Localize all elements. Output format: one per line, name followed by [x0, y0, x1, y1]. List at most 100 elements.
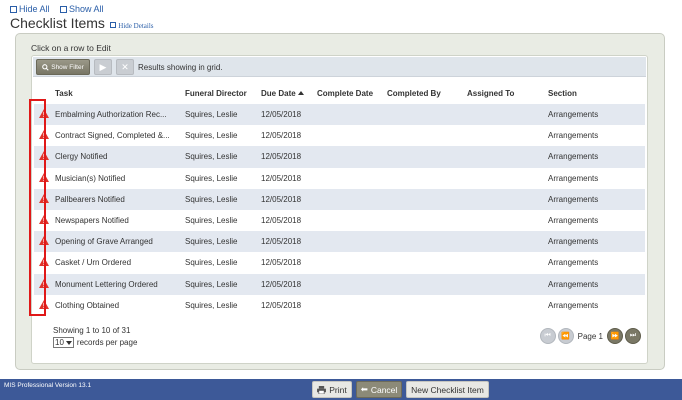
- director-cell: Squires, Leslie: [182, 104, 258, 126]
- assigned-to-cell: [464, 231, 545, 253]
- print-button[interactable]: Print: [312, 381, 352, 398]
- complete-date-cell: [314, 209, 384, 232]
- sort-ascending-icon: [297, 90, 304, 95]
- director-cell: Squires, Leslie: [182, 252, 258, 274]
- expand-icon: [60, 6, 68, 13]
- results-info: Results showing in grid.: [138, 63, 223, 72]
- records-per-page-select[interactable]: 10: [53, 337, 74, 348]
- due-date-cell: 12/05/2018: [258, 231, 314, 253]
- top-links: Hide All Show All: [10, 4, 112, 14]
- completed-by-cell: [384, 231, 464, 253]
- completed-by-cell: [384, 209, 464, 232]
- assigned-to-cell: [464, 294, 545, 316]
- complete-date-cell: [314, 125, 384, 147]
- page-indicator: Page 1: [577, 331, 603, 341]
- task-cell: Clergy Notified: [52, 146, 182, 168]
- section-cell: Arrangements: [545, 209, 645, 232]
- due-date-cell: 12/05/2018: [258, 167, 314, 189]
- completed-by-cell: [384, 188, 464, 210]
- assigned-to-cell: [464, 273, 545, 295]
- clear-filter-button[interactable]: ✕: [116, 59, 134, 75]
- section-cell: Arrangements: [545, 273, 645, 295]
- due-date-cell: 12/05/2018: [258, 104, 314, 126]
- table-row[interactable]: Contract Signed, Completed &... Squires, …: [34, 125, 645, 147]
- assigned-to-column-header[interactable]: Assigned To: [464, 82, 545, 104]
- complete-date-cell: [314, 188, 384, 210]
- completed-by-cell: [384, 146, 464, 168]
- rewind-icon: ⏪: [561, 333, 570, 340]
- director-cell: Squires, Leslie: [182, 209, 258, 232]
- section-column-header[interactable]: Section: [545, 82, 645, 104]
- pager: ⏮ ⏪ Page 1 ⏩ ⏭: [539, 328, 641, 344]
- checklist-panel: Click on a row to Edit Show Filter ▶ ✕ R…: [15, 33, 665, 370]
- table-row[interactable]: Clergy Notified Squires, Leslie 12/05/2018…: [34, 146, 645, 168]
- due-date-cell: 12/05/2018: [258, 252, 314, 274]
- completed-by-column-header[interactable]: Completed By: [384, 82, 464, 104]
- due-date-column-header[interactable]: Due Date: [258, 82, 314, 104]
- last-page-icon: ⏭: [629, 332, 637, 339]
- section-cell: Arrangements: [545, 188, 645, 210]
- table-row[interactable]: Musician(s) Notified Squires, Leslie 12/05…: [34, 167, 645, 189]
- table-row[interactable]: Newspapers Notified Squires, Leslie 12/05/…: [34, 209, 645, 232]
- section-cell: Arrangements: [545, 104, 645, 126]
- section-cell: Arrangements: [545, 294, 645, 316]
- version-text: MIS Professional Version 13.1: [4, 382, 92, 389]
- close-icon: ✕: [121, 61, 129, 72]
- run-filter-button[interactable]: ▶: [94, 59, 112, 75]
- chevron-down-icon: [65, 340, 72, 345]
- director-cell: Squires, Leslie: [182, 125, 258, 147]
- director-cell: Squires, Leslie: [182, 273, 258, 295]
- table-row[interactable]: Casket / Urn Ordered Squires, Leslie 12/05…: [34, 252, 645, 274]
- section-cell: Arrangements: [545, 231, 645, 253]
- show-filter-button[interactable]: Show Filter: [36, 59, 90, 75]
- completed-by-cell: [384, 125, 464, 147]
- task-cell: Newspapers Notified: [52, 209, 182, 232]
- completed-by-cell: [384, 294, 464, 316]
- task-cell: Contract Signed, Completed &...: [52, 125, 182, 147]
- arrow-left-icon: ⬅: [360, 384, 368, 394]
- complete-date-column-header[interactable]: Complete Date: [314, 82, 384, 104]
- last-page-button[interactable]: ⏭: [625, 328, 641, 344]
- due-date-cell: 12/05/2018: [258, 188, 314, 210]
- highlight-box: [29, 99, 46, 316]
- section-cell: Arrangements: [545, 252, 645, 274]
- table-row[interactable]: Opening of Grave Arranged Squires, Leslie…: [34, 231, 645, 253]
- first-page-button[interactable]: ⏮: [539, 328, 556, 344]
- show-all-link[interactable]: Show All: [60, 4, 104, 14]
- table-row[interactable]: Embalming Authorization Rec... Squires, L…: [34, 104, 645, 126]
- table-row[interactable]: Monument Lettering Ordered Squires, Lesli…: [34, 273, 645, 295]
- page-header: Checklist Items Hide Details: [10, 15, 153, 31]
- completed-by-cell: [384, 167, 464, 189]
- complete-date-cell: [314, 146, 384, 168]
- new-checklist-item-button[interactable]: New Checklist Item: [406, 381, 489, 398]
- prev-page-button[interactable]: ⏪: [557, 328, 574, 344]
- due-date-cell: 12/05/2018: [258, 294, 314, 316]
- completed-by-cell: [384, 273, 464, 295]
- table-row[interactable]: Pallbearers Notified Squires, Leslie 12/05…: [34, 188, 645, 210]
- showing-text: Showing 1 to 10 of 31: [53, 326, 131, 335]
- grid-container: Show Filter ▶ ✕ Results showing in grid.…: [31, 55, 648, 364]
- checklist-table: Task Funeral Director Due Date Complete …: [34, 82, 645, 316]
- search-icon: [42, 63, 49, 71]
- cancel-button[interactable]: ⬅ Cancel: [356, 381, 402, 398]
- completed-by-cell: [384, 252, 464, 274]
- hide-all-link[interactable]: Hide All: [10, 4, 50, 14]
- next-page-button[interactable]: ⏩: [607, 328, 623, 344]
- task-cell: Embalming Authorization Rec...: [52, 104, 182, 126]
- complete-date-cell: [314, 167, 384, 189]
- complete-date-cell: [314, 231, 384, 253]
- task-cell: Casket / Urn Ordered: [52, 252, 182, 274]
- due-date-cell: 12/05/2018: [258, 125, 314, 147]
- complete-date-cell: [314, 252, 384, 274]
- hide-details-link[interactable]: Hide Details: [110, 22, 153, 30]
- collapse-icon: [10, 6, 17, 13]
- first-page-icon: ⏮: [544, 332, 551, 339]
- director-column-header[interactable]: Funeral Director: [182, 82, 258, 104]
- task-cell: Monument Lettering Ordered: [52, 273, 182, 295]
- page-title: Checklist Items: [10, 15, 105, 31]
- task-column-header[interactable]: Task: [52, 82, 182, 104]
- fast-forward-icon: ⏩: [610, 333, 620, 340]
- table-row[interactable]: Clothing Obtained Squires, Leslie 12/05/20…: [34, 294, 645, 316]
- play-icon: ▶: [99, 61, 107, 72]
- assigned-to-cell: [464, 104, 545, 126]
